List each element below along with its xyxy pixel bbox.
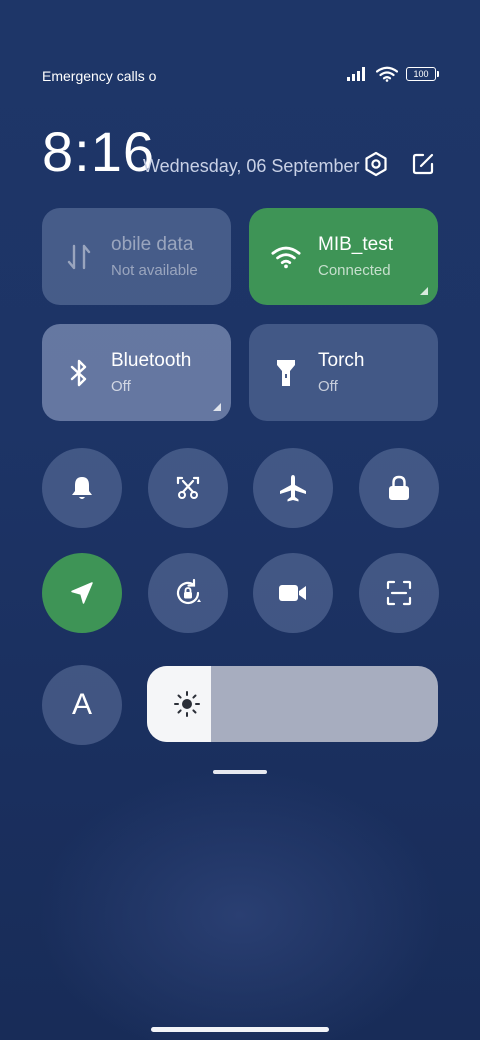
settings-icon xyxy=(365,151,387,177)
tile-mobile-data-title: obile data xyxy=(111,234,194,255)
toggle-font-size[interactable]: A xyxy=(42,665,122,745)
toggle-screenshot[interactable] xyxy=(148,448,228,528)
date: Wednesday, 06 September xyxy=(143,156,360,176)
toggle-rotation-lock[interactable] xyxy=(148,553,228,633)
tile-bluetooth-subtitle: Off xyxy=(111,378,131,395)
torch-icon xyxy=(271,358,301,388)
settings-button[interactable] xyxy=(362,150,390,178)
toggle-ringer[interactable] xyxy=(42,448,122,528)
toggle-lock[interactable] xyxy=(359,448,439,528)
status-icons: 100 xyxy=(346,66,439,82)
status-bar: Emergency calls o 100 xyxy=(42,66,439,88)
data-arrows-icon xyxy=(64,242,94,272)
toggle-airplane[interactable] xyxy=(253,448,333,528)
screenshot-icon xyxy=(176,476,200,499)
bluetooth-icon xyxy=(64,358,94,388)
sun-icon xyxy=(174,691,200,717)
edit-icon xyxy=(412,153,434,175)
tile-bluetooth[interactable]: Bluetooth Off xyxy=(42,324,231,421)
toggle-location[interactable] xyxy=(42,553,122,633)
tile-bluetooth-title: Bluetooth xyxy=(111,350,192,371)
lock-icon xyxy=(389,475,409,500)
battery-icon: 100 xyxy=(406,67,439,81)
tile-torch-title: Torch xyxy=(318,350,365,371)
edit-button[interactable] xyxy=(409,150,437,178)
video-camera-icon xyxy=(279,585,306,601)
scan-icon xyxy=(386,580,412,606)
rotation-lock-icon xyxy=(176,578,201,605)
wifi-icon xyxy=(376,66,398,82)
tile-mobile-data-subtitle: Not available xyxy=(111,262,198,279)
tile-torch[interactable]: Torch Off xyxy=(249,324,438,421)
brightness-slider[interactable] xyxy=(147,666,438,742)
bell-icon xyxy=(72,477,92,499)
expand-corner-icon[interactable] xyxy=(420,287,428,295)
carrier-text: Emergency calls o xyxy=(42,68,157,84)
expand-corner-icon[interactable] xyxy=(213,403,221,411)
panel-drag-handle[interactable] xyxy=(213,770,267,774)
home-indicator[interactable] xyxy=(151,1027,329,1032)
font-size-icon: A xyxy=(71,688,92,721)
clock: 8:16 xyxy=(42,120,155,183)
airplane-icon xyxy=(280,475,306,502)
tile-wifi-title: MIB_test xyxy=(318,234,393,255)
signal-icon xyxy=(347,67,365,81)
toggle-screen-recorder[interactable] xyxy=(253,553,333,633)
toggle-scanner[interactable] xyxy=(359,553,439,633)
location-icon xyxy=(71,582,93,604)
tile-mobile-data[interactable]: obile data Not available xyxy=(42,208,231,305)
tile-wifi[interactable]: MIB_test Connected xyxy=(249,208,438,305)
tile-torch-subtitle: Off xyxy=(318,378,338,395)
tile-wifi-subtitle: Connected xyxy=(318,262,391,279)
wifi-icon xyxy=(271,242,301,272)
